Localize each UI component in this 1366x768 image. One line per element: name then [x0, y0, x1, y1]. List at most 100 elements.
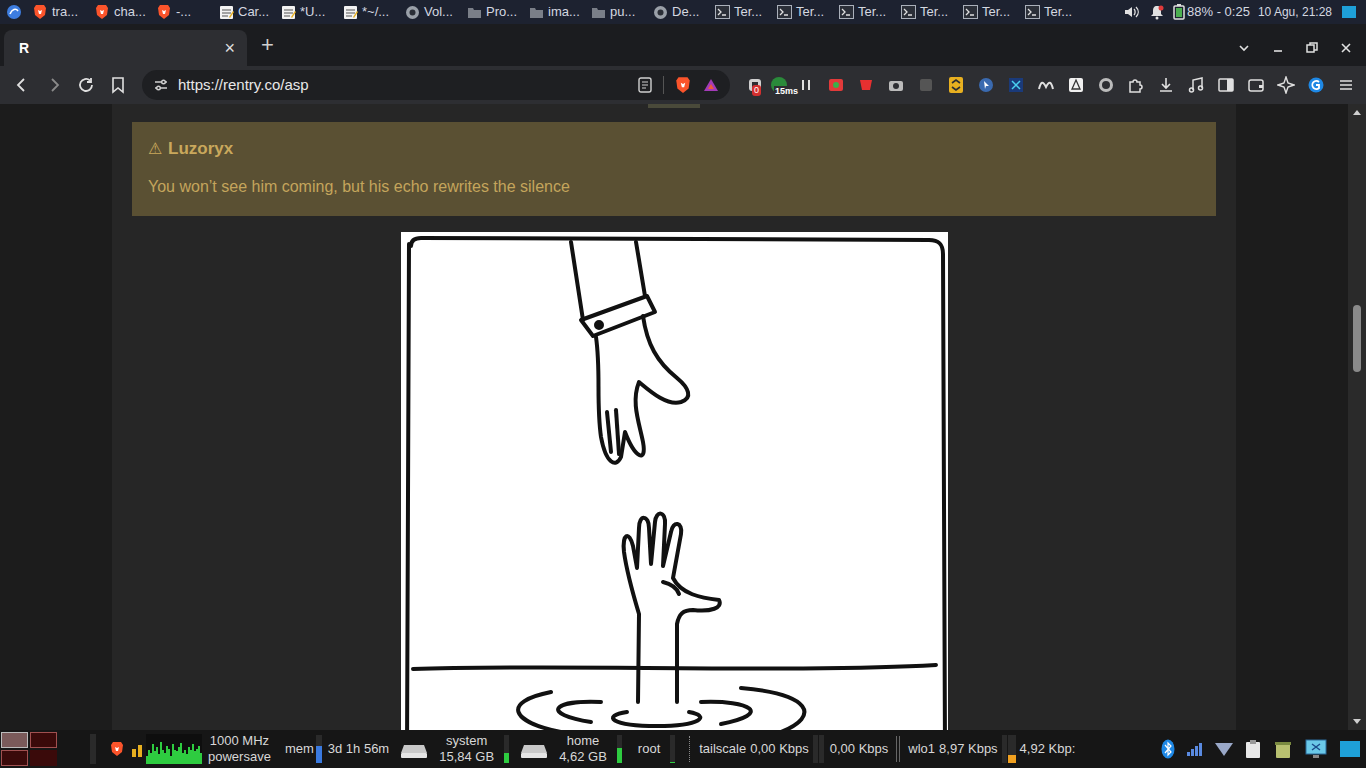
media-icon[interactable] — [1184, 73, 1208, 97]
bookmark-icon[interactable] — [104, 71, 132, 99]
scroll-up-arrow-icon[interactable] — [1353, 110, 1361, 115]
extensions-icon[interactable] — [1124, 73, 1148, 97]
trash-icon[interactable] — [1272, 738, 1294, 760]
task-button[interactable]: Ter... — [710, 0, 772, 24]
forward-icon[interactable] — [40, 71, 68, 99]
cpu-bar — [200, 753, 202, 764]
note-icon — [218, 4, 234, 20]
disk-meter — [504, 735, 509, 763]
task-button[interactable]: pu... — [586, 0, 648, 24]
brave-shields-icon[interactable] — [674, 76, 692, 94]
clock[interactable]: 10 Agu, 21:28 — [1258, 3, 1332, 21]
task-button[interactable]: De... — [648, 0, 710, 24]
separator — [896, 736, 897, 762]
task-button[interactable]: Car... — [214, 0, 276, 24]
task-label: Ter... — [982, 2, 1010, 22]
wifi-rate: 8,97 Kbps — [939, 741, 998, 757]
scroll-down-arrow-icon[interactable] — [1353, 719, 1361, 724]
extension-icon[interactable] — [824, 73, 848, 97]
minimize-icon[interactable] — [1270, 40, 1286, 56]
rentry-logo-icon: R — [16, 40, 32, 56]
task-button[interactable]: Ter... — [772, 0, 834, 24]
battery-indicator[interactable]: 88% - 0:25 — [1173, 2, 1250, 22]
extension-icon[interactable] — [1094, 73, 1118, 97]
task-label: Ter... — [796, 2, 824, 22]
brave-rewards-icon[interactable] — [702, 76, 720, 94]
network-icon[interactable] — [1214, 740, 1234, 758]
disk-monitor: root — [632, 735, 675, 763]
url-text[interactable]: https://rentry.co/asp — [178, 74, 309, 97]
tailscale-label: tailscale — [699, 741, 746, 757]
cpu-frequency-value: 1000 MHz — [210, 733, 269, 749]
separator — [663, 76, 664, 94]
volume-icon[interactable] — [1123, 3, 1141, 21]
window-controls — [1236, 30, 1366, 66]
disk-name: root — [638, 741, 660, 757]
wallet-icon[interactable] — [1244, 73, 1268, 97]
bluetooth-icon[interactable] — [1160, 738, 1176, 760]
scrollbar[interactable] — [1348, 104, 1366, 730]
back-icon[interactable] — [8, 71, 36, 99]
task-button[interactable]: tra... — [28, 0, 90, 24]
leo-icon[interactable] — [1274, 73, 1298, 97]
reload-icon[interactable] — [72, 71, 100, 99]
app-menu-icon[interactable] — [0, 0, 28, 24]
brave-launcher-icon[interactable] — [108, 739, 126, 759]
site-info-icon[interactable] — [152, 76, 170, 94]
close-icon[interactable] — [1338, 40, 1354, 56]
extension-icon[interactable] — [944, 73, 968, 97]
note-icon — [342, 4, 358, 20]
extension-icon[interactable] — [884, 73, 908, 97]
task-button[interactable]: Ter... — [896, 0, 958, 24]
panel-tray — [1160, 738, 1366, 760]
task-button[interactable]: Pro... — [462, 0, 524, 24]
task-button[interactable]: *~/... — [338, 0, 400, 24]
maximize-icon[interactable] — [1304, 40, 1320, 56]
extension-icon[interactable] — [914, 73, 938, 97]
signal-icon[interactable] — [1186, 740, 1204, 758]
workspace[interactable] — [30, 750, 57, 766]
workspace[interactable] — [1, 750, 28, 766]
workspace[interactable] — [30, 732, 57, 748]
task-button[interactable]: -... — [152, 0, 214, 24]
scroll-thumb[interactable] — [1353, 305, 1361, 372]
disk-name: system — [446, 733, 487, 749]
extension-with-badge[interactable]: 0 — [746, 75, 764, 95]
show-desktop-icon[interactable] — [1338, 739, 1362, 759]
tab-close-button[interactable]: × — [224, 39, 235, 57]
task-button[interactable]: Ter... — [1020, 0, 1082, 24]
downloads-icon[interactable] — [1154, 73, 1178, 97]
badge: 15ms — [774, 86, 799, 97]
badge: 0 — [752, 85, 761, 96]
menu-icon[interactable] — [1334, 73, 1358, 97]
task-label: pu... — [610, 2, 635, 22]
task-button[interactable]: Ter... — [834, 0, 896, 24]
workspace[interactable] — [1, 732, 28, 748]
browser-tab[interactable]: R× — [4, 30, 247, 66]
task-button[interactable]: Vol... — [400, 0, 462, 24]
launcher-separator — [90, 734, 96, 764]
task-button[interactable]: cha... — [90, 0, 152, 24]
task-button[interactable]: *U... — [276, 0, 338, 24]
extension-icon[interactable] — [1064, 73, 1088, 97]
extension-icon[interactable] — [854, 73, 878, 97]
load-bar — [138, 745, 142, 757]
task-label: tra... — [52, 2, 78, 22]
extension-icon[interactable] — [1004, 73, 1028, 97]
workspace-switcher[interactable] — [0, 732, 60, 766]
reader-mode-icon[interactable] — [637, 76, 653, 94]
tab-search-icon[interactable] — [1236, 40, 1252, 56]
extension-icon[interactable] — [1304, 73, 1328, 97]
sidebar-icon[interactable] — [1214, 73, 1238, 97]
extension-icon[interactable] — [1034, 73, 1058, 97]
address-bar[interactable]: https://rentry.co/asp — [142, 70, 730, 100]
task-button[interactable]: ima... — [524, 0, 586, 24]
show-desktop-icon[interactable] — [1340, 3, 1358, 21]
extension-icon[interactable] — [974, 73, 998, 97]
task-button[interactable]: Ter... — [958, 0, 1020, 24]
extension-with-badge[interactable]: 15ms — [770, 75, 788, 95]
display-icon[interactable] — [1304, 738, 1328, 760]
notification-icon[interactable] — [1149, 3, 1165, 21]
clipboard-icon[interactable] — [1244, 738, 1262, 760]
new-tab-button[interactable]: + — [261, 34, 274, 56]
